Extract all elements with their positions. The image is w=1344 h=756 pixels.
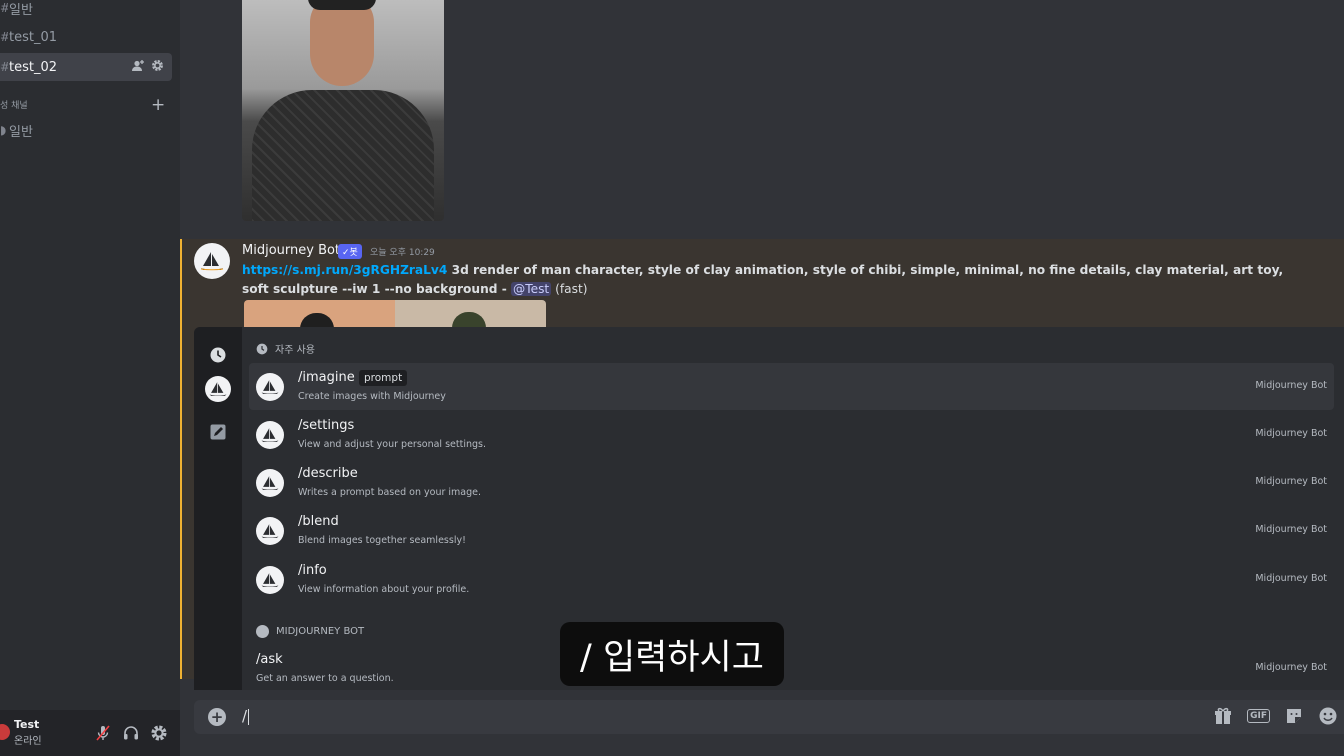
command-name: /blend	[298, 514, 339, 529]
channel-label: test_02	[9, 59, 58, 75]
video-subtitle: / 입력하시고	[560, 622, 784, 686]
midjourney-bot-header: MIDJOURNEY BOT	[256, 625, 364, 638]
voice-channel-general[interactable]: ◗ 일반	[0, 116, 33, 144]
command-imagine[interactable]: /imagine prompt Create images with Midjo…	[249, 363, 1334, 410]
text-caret	[248, 708, 250, 725]
command-blend[interactable]: /blend Blend images together seamlessly!…	[249, 507, 1334, 554]
channel-item-test-02[interactable]: # test_02	[0, 53, 172, 81]
add-channel-icon[interactable]: +	[151, 96, 165, 114]
mute-microphone-icon[interactable]	[94, 724, 112, 742]
user-settings-gear-icon[interactable]	[150, 724, 168, 742]
gear-icon[interactable]	[151, 59, 164, 72]
channel-sidebar: # 일반 # test_01 # test_02 성 채널 + ◗ 일반 Tes…	[0, 0, 180, 756]
user-status: 온라인	[14, 736, 42, 747]
invite-user-icon[interactable]	[131, 59, 145, 73]
command-name: /imagine	[298, 370, 355, 385]
message-content: https://s.mj.run/3gRGHZraLv4 3d render o…	[242, 261, 1312, 299]
bot-badge: ✓봇	[338, 244, 362, 259]
speed-label: (fast)	[551, 282, 588, 296]
category-voice-channels[interactable]: 성 채널	[0, 98, 28, 111]
gif-button[interactable]: GIF	[1247, 709, 1270, 723]
command-source: Midjourney Bot	[1255, 380, 1327, 391]
frequently-used-header: 자주 사용	[256, 341, 315, 356]
command-name: /info	[298, 563, 327, 578]
photo-jacket-shape	[252, 90, 434, 221]
command-name: /describe	[298, 466, 358, 481]
channel-item-test-01[interactable]: # test_01	[0, 23, 57, 51]
hash-icon: #	[0, 30, 8, 44]
channel-label: test_01	[9, 29, 58, 45]
command-category-rail	[194, 327, 242, 690]
section-label: MIDJOURNEY BOT	[276, 626, 365, 637]
hash-icon: #	[0, 60, 8, 74]
message-input[interactable]: /	[242, 707, 250, 725]
hash-icon: #	[0, 1, 8, 15]
channel-label: 일반	[9, 2, 33, 18]
command-description: View and adjust your personal settings.	[298, 439, 486, 450]
command-info[interactable]: /info View information about your profil…	[249, 556, 1334, 603]
midjourney-bot-avatar-icon	[256, 421, 284, 449]
section-label: 자주 사용	[275, 345, 315, 356]
user-panel: Test 온라인	[0, 710, 180, 756]
command-describe[interactable]: /describe Writes a prompt based on your …	[249, 459, 1334, 506]
avatar[interactable]	[0, 724, 10, 740]
midjourney-bot-rail-icon[interactable]	[205, 376, 231, 402]
command-description: Writes a prompt based on your image.	[298, 487, 482, 498]
input-value: /	[242, 707, 248, 725]
channel-item-general[interactable]: # 일반	[0, 0, 33, 22]
command-name: /ask	[256, 652, 283, 667]
clock-icon	[256, 343, 268, 354]
channel-label: 일반	[9, 124, 33, 140]
emoji-icon[interactable]	[1318, 706, 1338, 726]
built-in-commands-icon[interactable]	[205, 419, 231, 445]
photo-head-shape	[310, 0, 374, 86]
user-name: Test	[14, 718, 40, 731]
command-description: Blend images together seamlessly!	[298, 535, 466, 546]
command-settings[interactable]: /settings View and adjust your personal …	[249, 411, 1334, 458]
headphones-icon[interactable]	[122, 724, 140, 742]
prompt-link[interactable]: https://s.mj.run/3gRGHZraLv4	[242, 263, 447, 277]
command-description: Create images with Midjourney	[298, 391, 446, 402]
speaker-icon: ◗	[0, 123, 7, 137]
midjourney-bot-avatar-icon	[256, 373, 284, 401]
command-source: Midjourney Bot	[1255, 662, 1327, 673]
user-mention[interactable]: @Test	[511, 282, 552, 296]
command-source: Midjourney Bot	[1255, 428, 1327, 439]
message-image-attachment[interactable]	[242, 0, 444, 221]
midjourney-bot-avatar-icon	[256, 517, 284, 545]
message-timestamp: 오늘 오후 10:29	[370, 248, 435, 258]
gift-icon[interactable]	[1213, 706, 1233, 726]
command-source: Midjourney Bot	[1255, 573, 1327, 584]
midjourney-sail-icon	[200, 252, 224, 271]
midjourney-bot-avatar-icon	[256, 566, 284, 594]
command-description: View information about your profile.	[298, 584, 470, 595]
message-author[interactable]: Midjourney Bot	[242, 243, 340, 258]
command-description: Get an answer to a question.	[256, 673, 394, 684]
command-ask[interactable]: /ask Get an answer to a question. Midjou…	[249, 645, 1334, 690]
command-source: Midjourney Bot	[1255, 524, 1327, 535]
command-source: Midjourney Bot	[1255, 476, 1327, 487]
sticker-icon[interactable]	[1284, 706, 1304, 726]
photo-cap-shape	[308, 0, 376, 10]
add-attachment-button[interactable]: +	[208, 708, 226, 726]
command-param-chip: prompt	[359, 370, 408, 386]
bot-avatar[interactable]	[194, 243, 230, 279]
image-grid-preview[interactable]	[244, 300, 546, 330]
command-name: /settings	[298, 418, 355, 433]
message-input-bar: + / GIF	[194, 700, 1344, 734]
midjourney-bot-small-icon	[256, 625, 269, 638]
midjourney-bot-avatar-icon	[256, 469, 284, 497]
frequently-used-clock-icon[interactable]	[205, 342, 231, 368]
